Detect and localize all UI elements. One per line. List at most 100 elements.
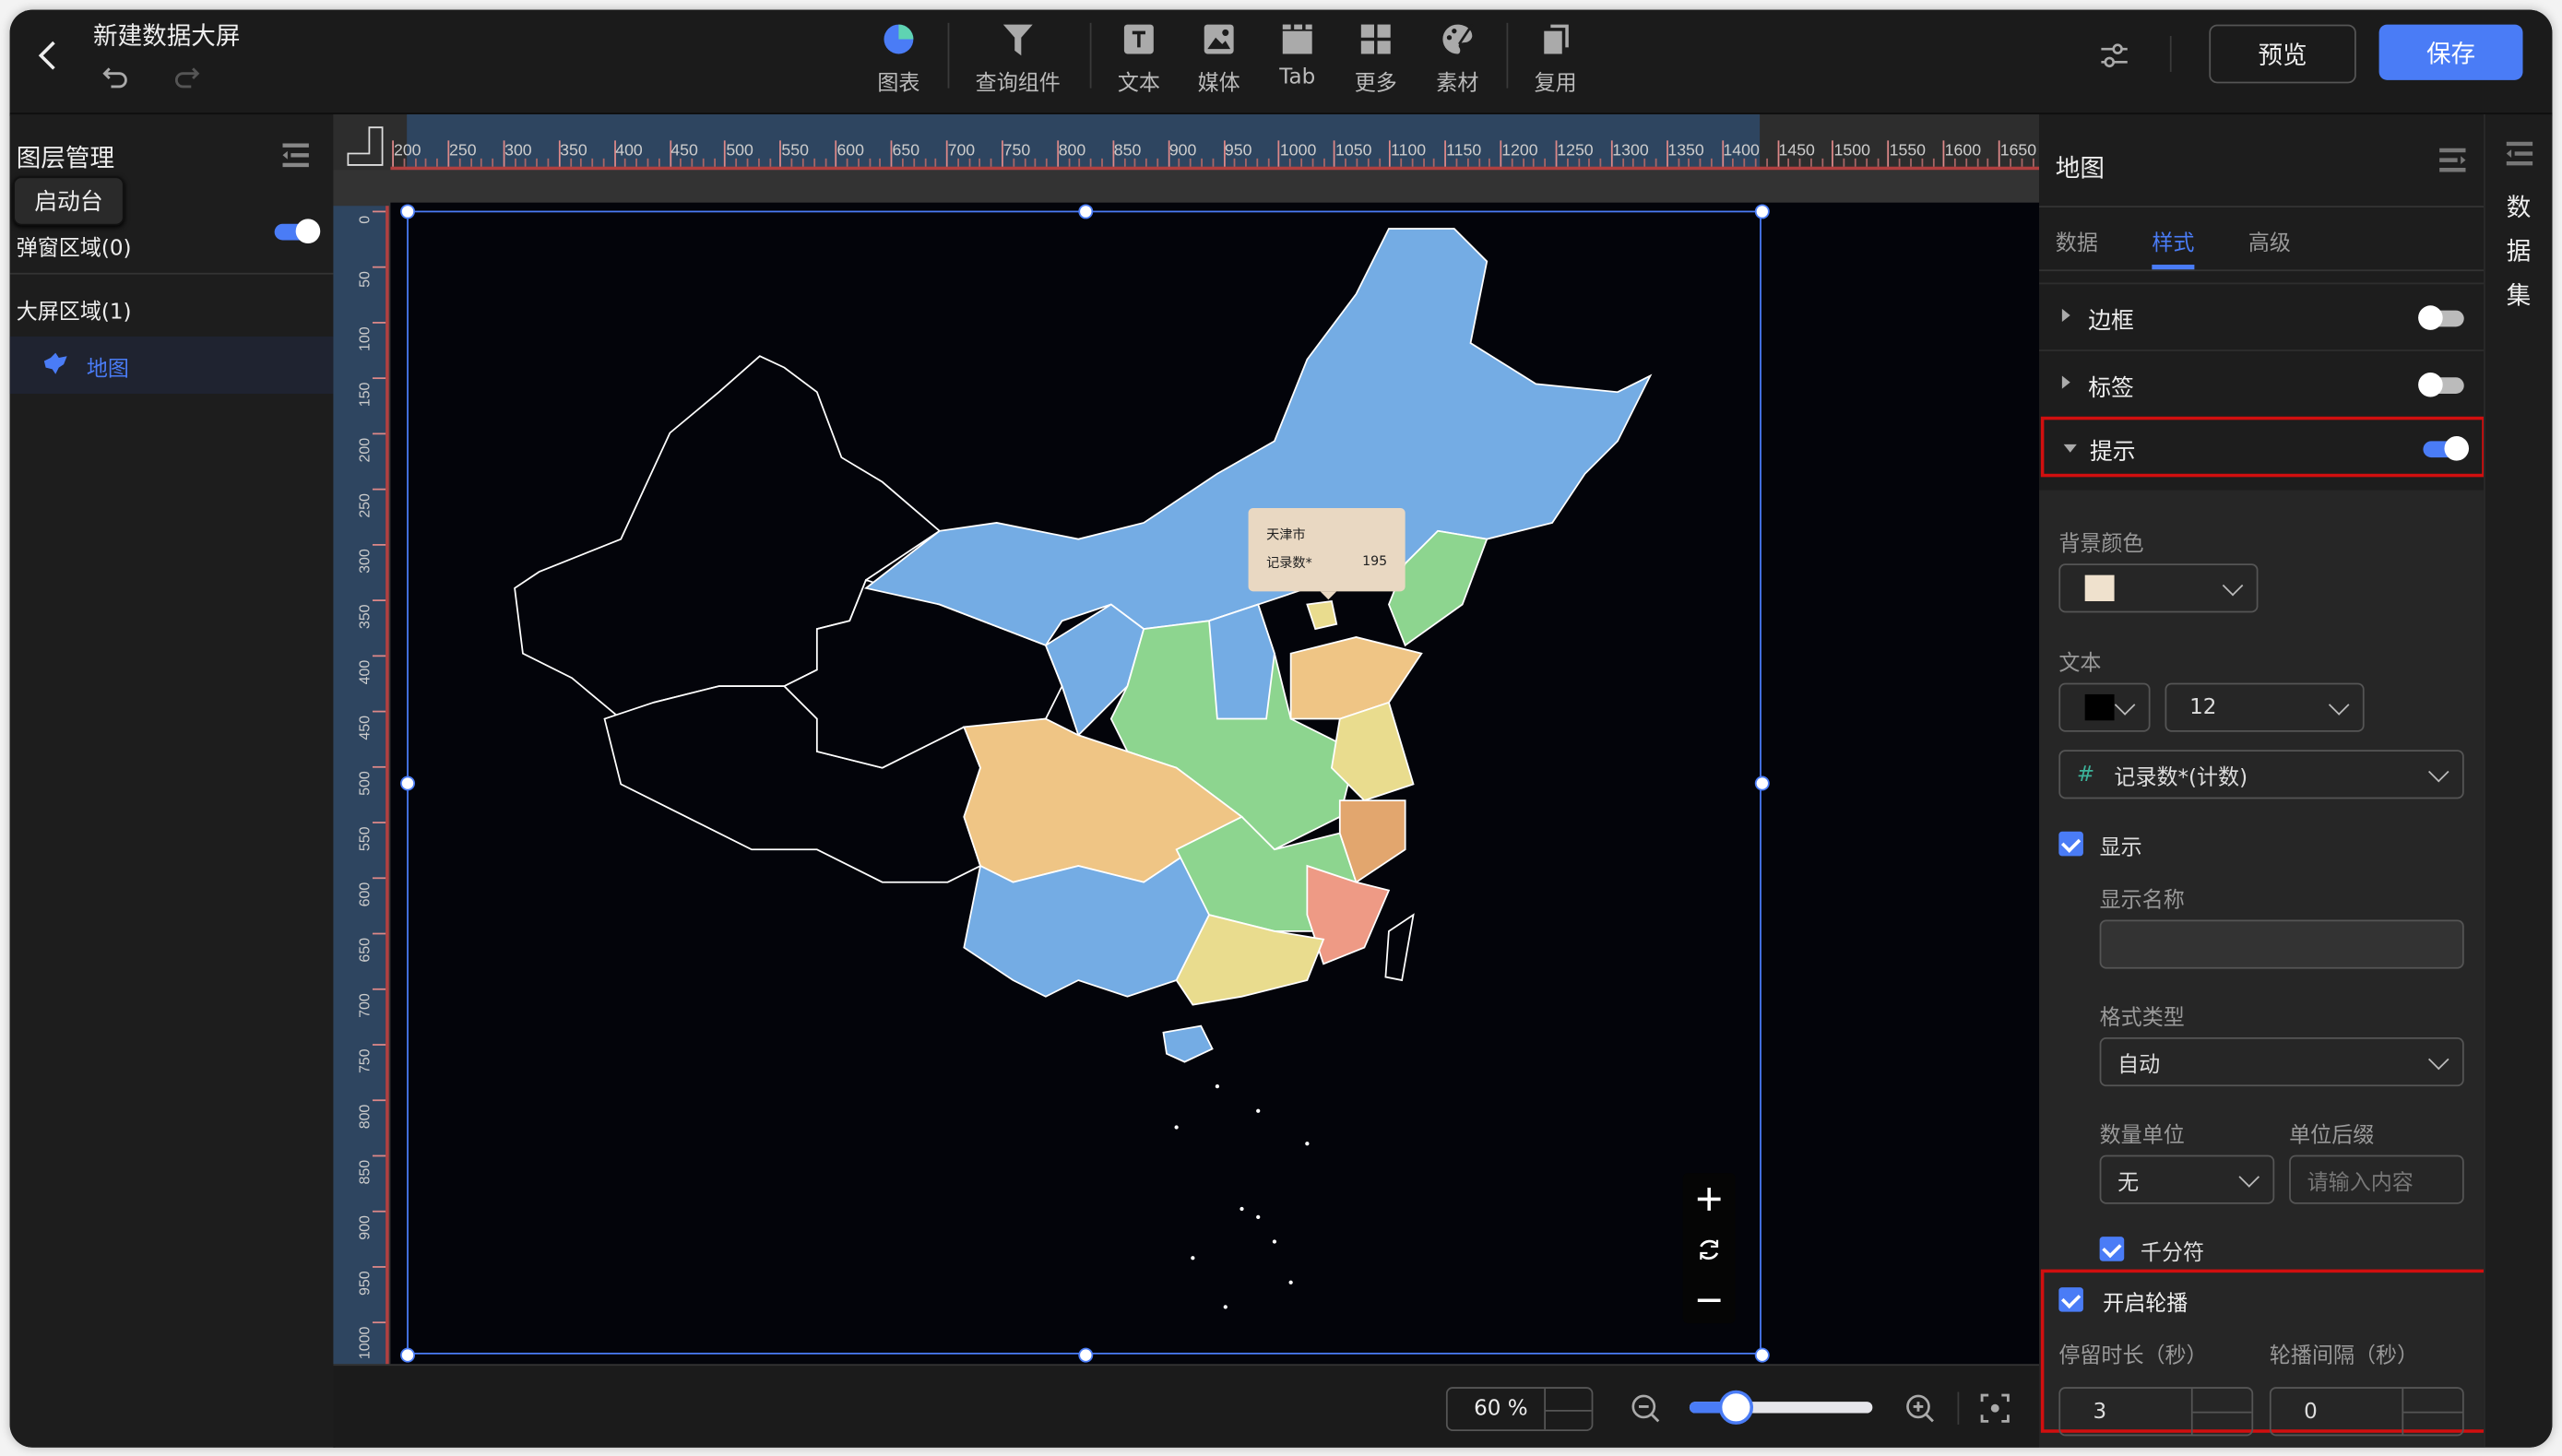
toolbar-reuse[interactable]: 复用 — [1507, 18, 1605, 97]
zoom-stepper[interactable] — [1544, 1388, 1592, 1430]
layer-label: 地图 — [86, 358, 129, 383]
font-size-select[interactable]: 12 — [2165, 682, 2365, 732]
ruler-tick — [372, 765, 386, 768]
ruler-label: 350 — [560, 142, 587, 160]
dwell-stepper[interactable] — [2190, 1388, 2252, 1435]
collapse-menu-icon[interactable] — [2505, 140, 2534, 166]
expand-menu-icon[interactable] — [2437, 147, 2467, 172]
fit-screen-icon[interactable] — [1980, 1393, 2010, 1423]
section-tooltip[interactable]: 提示 — [2040, 416, 2485, 478]
ruler-label: 300 — [504, 142, 532, 160]
zoom-in-icon[interactable] — [1905, 1393, 1938, 1426]
interval-input[interactable]: 0 — [2269, 1387, 2464, 1437]
zoom-in-icon[interactable] — [1696, 1186, 1722, 1212]
ruler-label: 1300 — [1612, 142, 1649, 160]
chevron-down-icon — [2328, 694, 2350, 716]
tab-data[interactable]: 数据 — [2056, 225, 2098, 257]
collapse-menu-icon[interactable] — [281, 142, 311, 168]
resize-handle[interactable] — [1754, 775, 1770, 791]
settings-sliders-icon[interactable] — [2098, 40, 2130, 72]
resize-handle[interactable] — [1754, 1347, 1770, 1363]
pie-chart-icon — [884, 24, 914, 54]
section-label: 标签 — [2088, 375, 2134, 402]
format-type-label: 格式类型 — [2099, 1006, 2185, 1031]
carousel-label: 开启轮播 — [2103, 1292, 2188, 1317]
ruler-label: 1150 — [1446, 142, 1482, 160]
zoom-input[interactable]: 60 % — [1445, 1387, 1594, 1432]
zoom-out-icon[interactable] — [1696, 1287, 1722, 1313]
border-toggle[interactable] — [2418, 305, 2464, 330]
ruler-minor-tick — [812, 158, 815, 167]
reset-icon[interactable] — [1696, 1237, 1722, 1262]
unit-select[interactable]: 无 — [2099, 1154, 2275, 1204]
ruler-minor-tick — [1433, 158, 1436, 167]
divider — [2039, 269, 2484, 272]
resize-handle[interactable] — [1078, 204, 1094, 219]
tab-style[interactable]: 样式 — [2152, 225, 2194, 257]
resize-handle[interactable] — [400, 775, 416, 791]
filter-icon — [1002, 24, 1033, 56]
carousel-checkbox[interactable] — [2058, 1287, 2083, 1312]
popup-area-toggle[interactable] — [274, 219, 321, 243]
field-value: 记录数*(计数) — [2114, 765, 2248, 790]
field-select[interactable]: # 记录数*(计数) — [2058, 750, 2464, 799]
label-toggle[interactable] — [2418, 372, 2464, 397]
ruler-label: 500 — [726, 142, 753, 160]
redo-icon[interactable] — [172, 62, 201, 91]
dwell-input[interactable]: 3 — [2058, 1387, 2254, 1437]
section-border[interactable]: 边框 — [2039, 282, 2484, 350]
preview-button[interactable]: 预览 — [2209, 24, 2356, 84]
toolbar-assets[interactable]: 素材 — [1408, 18, 1506, 97]
toolbar-label: 查询组件 — [975, 71, 1061, 97]
zoom-out-icon[interactable] — [1631, 1393, 1663, 1426]
tooltip-toggle[interactable] — [2423, 436, 2470, 461]
dataset-strip[interactable]: 数据集 — [2483, 114, 2553, 1448]
unit-label: 数量单位 — [2099, 1123, 2185, 1149]
ruler-tick — [372, 655, 386, 657]
layer-item-map[interactable]: 地图 — [9, 336, 334, 394]
tab-advanced[interactable]: 高级 — [2248, 225, 2291, 257]
section-label-settings[interactable]: 标签 — [2039, 349, 2484, 417]
zoom-bar: 60 % — [333, 1364, 2040, 1448]
screen-area-label: 大屏区域(1) — [16, 300, 132, 326]
tab-icon — [1282, 24, 1312, 54]
map-controls — [1682, 1173, 1736, 1324]
format-type-select[interactable]: 自动 — [2099, 1037, 2464, 1087]
resize-handle[interactable] — [1078, 1347, 1094, 1363]
selection-box[interactable] — [407, 210, 1761, 1355]
layer-panel: 图层管理 弹窗区域(0) 大屏区域(1) 地图 启动台 — [9, 114, 336, 1448]
ruler-tick — [372, 1099, 386, 1102]
tooltip-settings: 背景颜色 文本 12 # 记录数*(计数) 显示 显示名称 格式类型 自动 数量单… — [2039, 490, 2491, 1448]
ruler-label: 550 — [356, 826, 373, 852]
back-icon[interactable] — [36, 40, 59, 72]
toolbar-query[interactable]: 查询组件 — [969, 18, 1067, 97]
ruler-tick — [372, 1044, 386, 1046]
thousands-checkbox[interactable] — [2099, 1237, 2125, 1261]
zoom-slider[interactable] — [1689, 1390, 1873, 1425]
ruler-minor-tick — [1987, 158, 1989, 167]
ruler-corner-icon[interactable] — [347, 124, 386, 167]
interval-stepper[interactable] — [2402, 1388, 2462, 1435]
bg-color-picker[interactable] — [2058, 563, 2259, 613]
zoom-slider-knob[interactable] — [1718, 1390, 1754, 1425]
toolbar-chart[interactable]: 图表 — [849, 18, 947, 97]
resize-handle[interactable] — [400, 204, 416, 219]
ruler-label: 1600 — [1944, 142, 1982, 160]
show-checkbox[interactable] — [2058, 831, 2083, 857]
text-color-picker[interactable] — [2058, 682, 2151, 732]
section-label: 提示 — [2090, 439, 2136, 466]
toolbar-label: 图表 — [877, 71, 920, 97]
resize-handle[interactable] — [400, 1347, 416, 1363]
map-tooltip: 天津市 记录数* 195 — [1248, 507, 1406, 600]
property-panel-title: 地图 — [2055, 153, 2105, 183]
undo-icon[interactable] — [101, 62, 131, 91]
resize-handle[interactable] — [1754, 204, 1770, 219]
suffix-input[interactable]: 请输入内容 — [2289, 1154, 2464, 1204]
divider — [1957, 1391, 1960, 1425]
save-button[interactable]: 保存 — [2378, 24, 2523, 80]
ruler-minor-tick — [1710, 158, 1713, 167]
display-name-input[interactable] — [2099, 919, 2464, 969]
ruler-label: 1000 — [1279, 142, 1317, 160]
layer-panel-title: 图层管理 — [16, 143, 115, 173]
ruler-minor-tick — [591, 158, 594, 167]
